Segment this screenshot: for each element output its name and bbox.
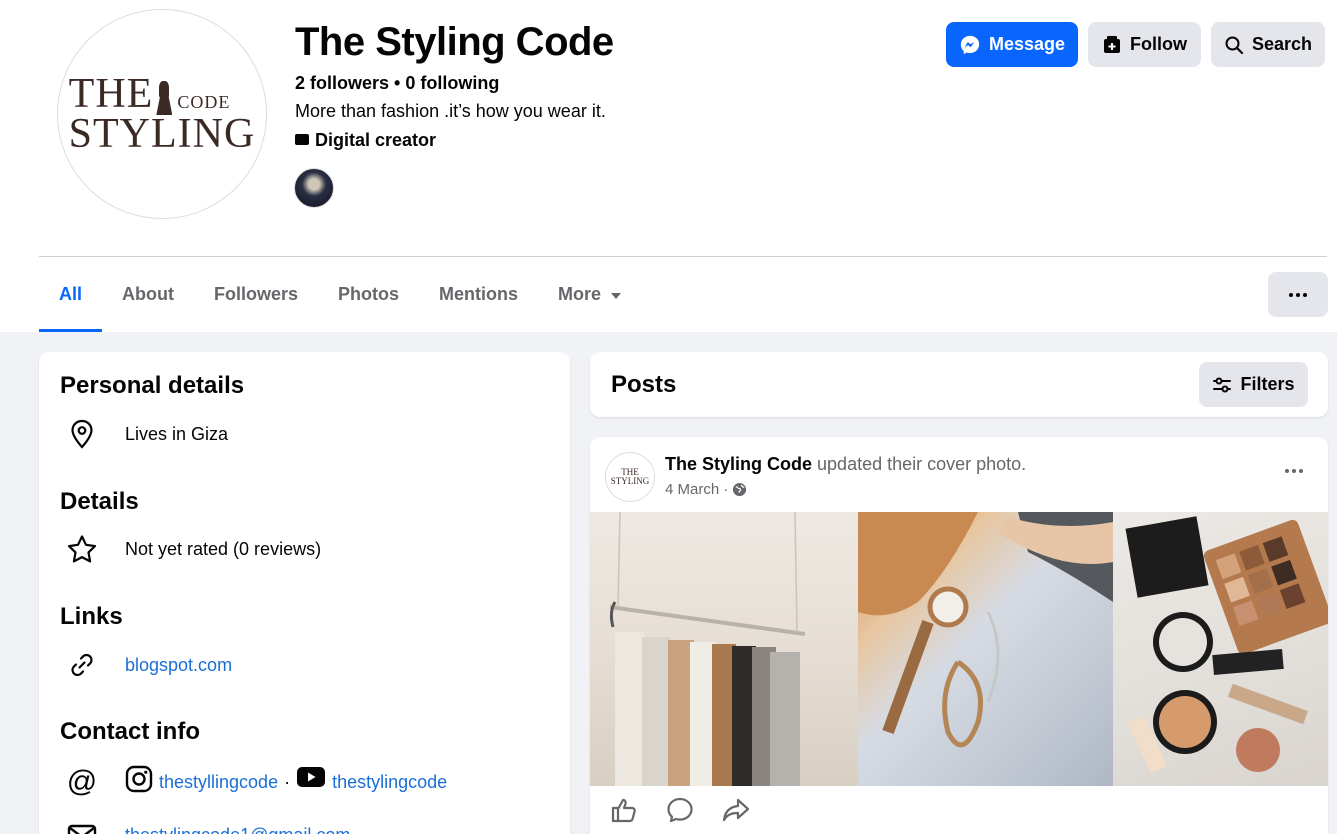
follow-button[interactable]: Follow [1088,22,1201,67]
message-button[interactable]: Message [946,22,1078,67]
intro-card: Personal details Lives in Giza Details N… [39,352,570,834]
category-label: Digital creator [315,130,437,150]
tab-followers[interactable]: Followers [194,257,318,332]
caret-down-icon [611,292,622,299]
tab-about[interactable]: About [102,257,194,332]
makeup-image [1113,512,1328,786]
category: Digital creator [295,130,436,151]
message-label: Message [988,34,1066,54]
like-icon[interactable] [610,797,638,828]
links-title: Links [60,603,123,630]
clothes-rack-image [590,512,858,786]
tab-mentions[interactable]: Mentions [419,257,538,332]
follow-icon [1104,35,1120,53]
post-header: The Styling Code updated their cover pho… [665,454,1026,475]
cover-photo[interactable] [590,512,1328,786]
post-card: THE STYLING The Styling Code updated thei… [590,437,1328,834]
more-dots-icon [1285,469,1303,473]
envelope-icon [65,818,99,834]
post-meta: 4 March · [665,481,747,498]
youtube-link[interactable]: thestylingcode [332,772,447,793]
profile-avatar[interactable]: THE CODE STYLING [57,9,267,219]
sliders-icon [1213,377,1232,392]
globe-icon [733,482,747,497]
post-action-text: updated their cover photo. [817,454,1027,474]
filters-label: Filters [1240,374,1295,394]
follow-label: Follow [1130,34,1187,54]
tab-more[interactable]: More [538,257,641,332]
follower-avatar[interactable] [294,168,334,208]
location-row: Lives in Giza [65,417,228,451]
personal-details-title: Personal details [60,372,245,399]
contact-info-title: Contact info [60,718,200,745]
location-pin-icon [65,417,99,451]
posts-title: Posts [611,371,677,398]
details-title: Details [60,488,139,515]
tab-all[interactable]: All [39,257,103,332]
bio-text: More than fashion .it’s how you wear it. [295,101,606,121]
post-author[interactable]: The Styling Code [665,454,812,474]
youtube-icon [296,766,326,788]
website-row: blogspot.com [65,648,232,682]
star-icon [65,532,99,566]
search-button[interactable]: Search [1211,22,1325,67]
comment-icon[interactable] [666,797,694,828]
search-label: Search [1251,34,1313,54]
profile-options-button[interactable] [1268,272,1328,317]
rating-text: Not yet rated (0 reviews) [125,538,322,559]
rating-row: Not yet rated (0 reviews) [65,532,321,566]
at-sign-icon: @ [66,765,98,798]
more-dots-icon [1289,292,1307,297]
messenger-icon [960,35,980,54]
social-row: @ thestyllingcode · thestylingcode [65,765,447,799]
follow-stats[interactable]: 2 followers • 0 following [295,73,499,94]
search-icon [1225,36,1244,54]
briefcase-icon [295,134,309,145]
brand-logo: THE CODE STYLING [68,71,256,157]
email-link[interactable]: thestylingcode1@gmail.com [125,825,350,834]
website-link[interactable]: blogspot.com [125,655,232,676]
posts-header-card: Posts Filters [590,352,1328,417]
dress-form-icon [156,79,172,115]
post-actions [590,792,1328,832]
instagram-icon [125,765,153,793]
profile-tabs: All About Followers Photos Mentions More [39,257,641,332]
share-icon[interactable] [722,797,750,828]
link-icon [65,648,99,682]
location-text: Lives in Giza [125,423,229,444]
profile-header: THE CODE STYLING The Styling Code 2 follo… [0,0,1337,332]
page-title: The Styling Code [295,20,614,64]
separator-dot: · [284,771,291,792]
tab-photos[interactable]: Photos [318,257,419,332]
email-row: thestylingcode1@gmail.com [65,818,350,834]
instagram-link[interactable]: thestyllingcode [159,772,278,793]
post-avatar[interactable]: THE STYLING [605,452,655,502]
post-date[interactable]: 4 March · [665,481,728,498]
filters-button[interactable]: Filters [1199,362,1308,407]
accessories-image [858,512,1113,786]
post-options-button[interactable] [1285,469,1303,473]
